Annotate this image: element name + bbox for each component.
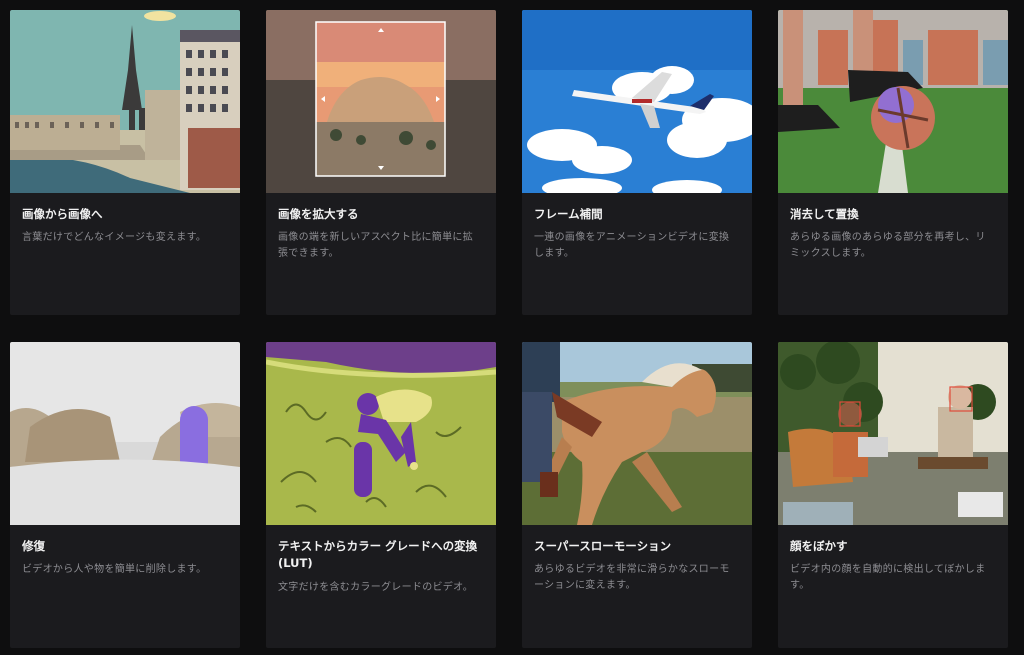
card-frame-interpolation[interactable]: フレーム補間 一連の画像をアニメーションビデオに変換します。 xyxy=(522,10,752,315)
thumbnail-paris-illustration xyxy=(10,10,240,193)
card-title: 修復 xyxy=(22,539,45,553)
card-title: 画像から画像へ xyxy=(22,207,103,221)
card-inpainting[interactable]: 修復 ビデオから人や物を簡単に削除します。 xyxy=(10,342,240,648)
card-title: 顔をぼかす xyxy=(790,539,848,553)
card-description: あらゆるビデオを非常に滑らかなスローモーションに変えます。 xyxy=(534,564,730,591)
card-expand-image[interactable]: 画像を拡大する 画像の端を新しいアスペクト比に簡単に拡張できます。 xyxy=(266,10,496,315)
card-description: 画像の端を新しいアスペクト比に簡単に拡張できます。 xyxy=(278,232,473,259)
card-title: 画像を拡大する xyxy=(278,207,359,221)
card-description: ビデオから人や物を簡単に削除します。 xyxy=(22,564,207,575)
thumbnail-skateboarder-graded xyxy=(266,342,496,525)
card-erase-replace[interactable]: 消去して置換 あらゆる画像のあらゆる部分を再考し、リミックスします。 xyxy=(778,10,1008,315)
thumbnail-airplane-sky xyxy=(522,10,752,193)
card-super-slow-motion[interactable]: スーパースローモーション あらゆるビデオを非常に滑らかなスローモーションに変えま… xyxy=(522,342,752,648)
card-description: あらゆる画像のあらゆる部分を再考し、リミックスします。 xyxy=(790,232,986,259)
card-title: スーパースローモーション xyxy=(534,539,672,553)
card-image-to-image[interactable]: 画像から画像へ 言葉だけでどんなイメージも変えます。 xyxy=(10,10,240,315)
feature-grid: 画像から画像へ 言葉だけでどんなイメージも変えます。 画像を拡大する 画像の端を… xyxy=(0,0,1024,655)
card-title: 消去して置換 xyxy=(790,207,859,221)
card-description: ビデオ内の顔を自動的に検出してぼかします。 xyxy=(790,564,986,591)
card-blur-faces[interactable]: 顔をぼかす ビデオ内の顔を自動的に検出してぼかします。 xyxy=(778,342,1008,648)
card-title: フレーム補間 xyxy=(534,207,603,221)
thumbnail-people-face-blur xyxy=(778,342,1008,525)
card-text-to-color-grade[interactable]: テキストからカラー グレードへの変換 (LUT) 文字だけを含むカラーグレードの… xyxy=(266,342,496,648)
thumbnail-desert-rock-expand xyxy=(266,10,496,193)
thumbnail-soccer-ball xyxy=(778,10,1008,193)
card-description: 一連の画像をアニメーションビデオに変換します。 xyxy=(534,232,730,259)
card-description: 言葉だけでどんなイメージも変えます。 xyxy=(22,232,207,243)
thumbnail-horse-rider xyxy=(522,342,752,525)
thumbnail-dunes-person xyxy=(10,342,240,525)
card-description: 文字だけを含むカラーグレードのビデオ。 xyxy=(278,582,474,593)
card-title: テキストからカラー グレードへの変換 (LUT) xyxy=(278,539,478,570)
